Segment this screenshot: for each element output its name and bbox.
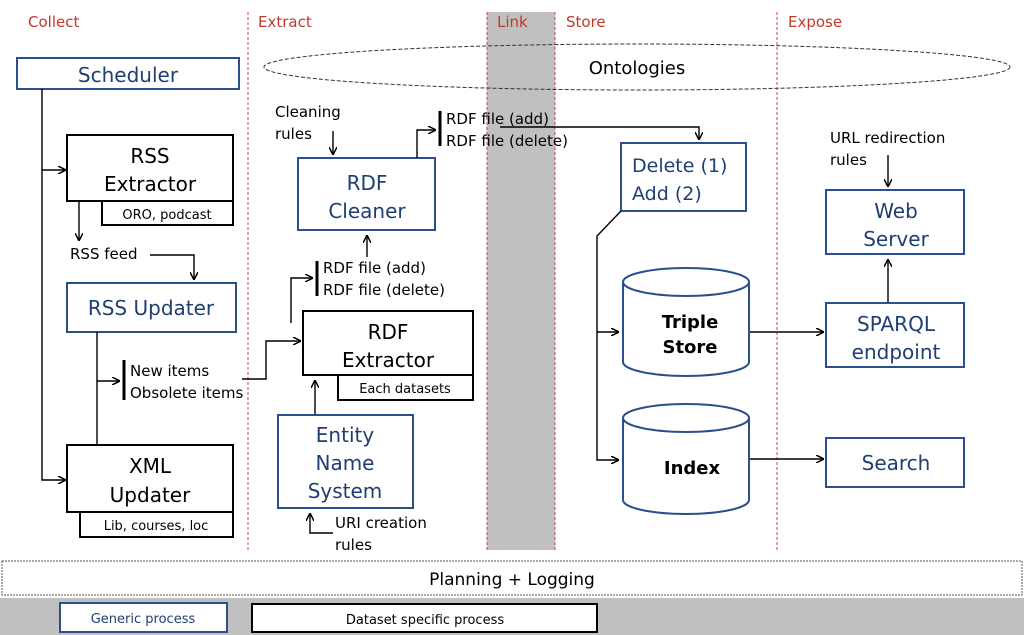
phase-collect: Collect xyxy=(28,13,79,31)
web-server-label: Server xyxy=(863,227,929,251)
uri-rules-label: rules xyxy=(335,536,372,554)
uri-rules-label: URI creation xyxy=(335,514,427,532)
rss-updater-label: RSS Updater xyxy=(88,296,215,320)
ens-label: Name xyxy=(315,451,374,475)
xml-updater-label: XML xyxy=(129,454,172,478)
cleaner-output-add: RDF file (add) xyxy=(446,110,549,128)
legend-generic-label: Generic process xyxy=(91,612,196,627)
rdf-extractor-sub-label: Each datasets xyxy=(359,382,451,397)
ontologies-label: Ontologies xyxy=(589,58,686,79)
rdf-extractor-label: Extractor xyxy=(342,348,435,372)
web-server-label: Web xyxy=(874,199,918,223)
cleaner-output-delete: RDF file (delete) xyxy=(446,132,568,150)
ens-label: System xyxy=(308,479,383,503)
planning-logging-label: Planning + Logging xyxy=(429,570,595,590)
phase-store: Store xyxy=(566,13,606,31)
phase-link: Link xyxy=(497,13,528,31)
rss-extractor-sub-label: ORO, podcast xyxy=(122,208,211,223)
xml-updater-label: Updater xyxy=(110,483,191,507)
sparql-label: endpoint xyxy=(852,340,941,364)
extractor-output-delete: RDF file (delete) xyxy=(323,281,445,299)
obsolete-items-label: Obsolete items xyxy=(130,384,243,402)
sparql-label: SPARQL xyxy=(857,312,936,336)
pipeline-diagram: Collect Extract Link Store Expose Ontolo… xyxy=(0,12,1024,635)
rdf-cleaner-label: Cleaner xyxy=(328,199,406,223)
rdf-cleaner-label: RDF xyxy=(347,171,388,195)
link-band xyxy=(487,12,555,550)
delete-label: Delete (1) xyxy=(632,155,727,177)
rss-feed-label: RSS feed xyxy=(70,245,138,263)
url-rules-label: URL redirection xyxy=(830,129,945,147)
xml-updater-sub-label: Lib, courses, loc xyxy=(104,519,209,534)
triple-store-label: Store xyxy=(662,337,717,358)
search-label: Search xyxy=(862,451,931,475)
index-label: Index xyxy=(664,458,721,479)
scheduler-label: Scheduler xyxy=(78,63,179,87)
phase-extract: Extract xyxy=(258,13,312,31)
phase-expose: Expose xyxy=(788,13,842,31)
rss-extractor-label: Extractor xyxy=(104,172,197,196)
legend-specific-label: Dataset specific process xyxy=(346,613,504,628)
cleaning-rules-label: Cleaning xyxy=(275,103,341,121)
rdf-extractor-label: RDF xyxy=(368,320,409,344)
rss-extractor-label: RSS xyxy=(130,144,169,168)
add-label: Add (2) xyxy=(632,183,702,205)
new-items-label: New items xyxy=(130,362,209,380)
extractor-output-add: RDF file (add) xyxy=(323,259,426,277)
triple-store-label: Triple xyxy=(662,312,719,333)
ens-label: Entity xyxy=(316,423,375,447)
cleaning-rules-label: rules xyxy=(275,125,312,143)
url-rules-label: rules xyxy=(830,151,867,169)
